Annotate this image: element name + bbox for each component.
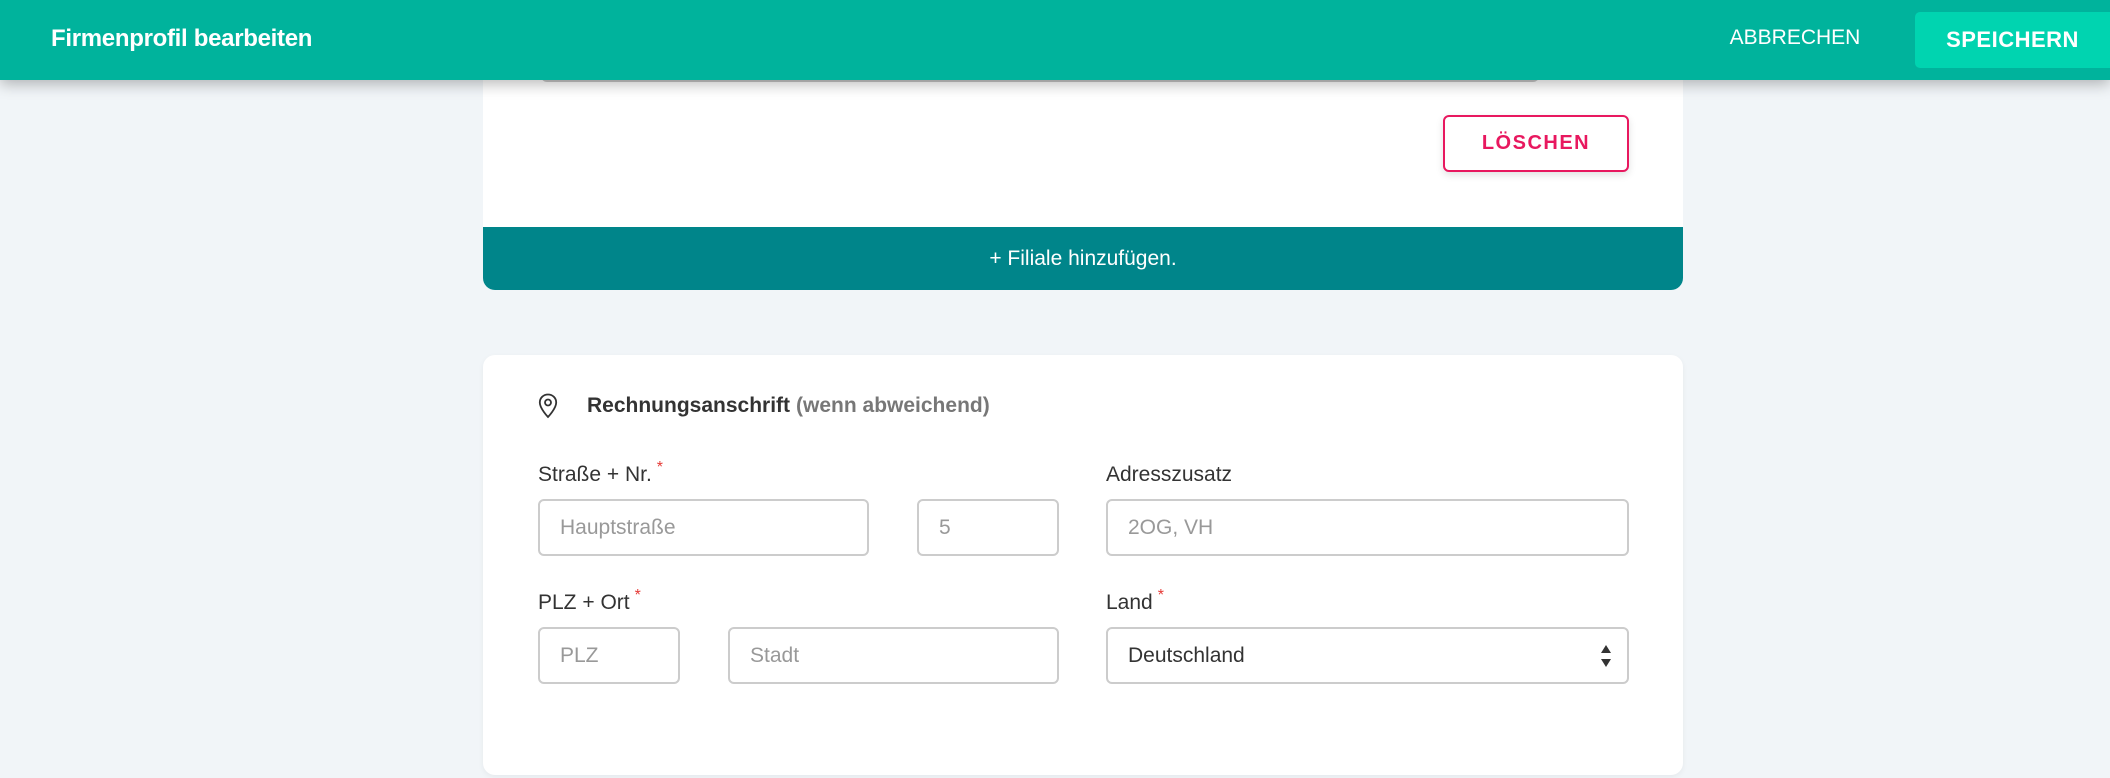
billing-section-subtitle: (wenn abweichend) — [796, 394, 990, 417]
zip-city-label-text: PLZ + Ort — [538, 591, 630, 614]
branch-card: LÖSCHEN + Filiale hinzufügen. — [483, 60, 1683, 290]
add-branch-button[interactable]: + Filiale hinzufügen. — [483, 227, 1683, 290]
page-title: Firmenprofil bearbeiten — [51, 25, 313, 52]
zip-input[interactable] — [538, 627, 680, 684]
house-number-input[interactable] — [917, 499, 1059, 556]
select-arrows-icon — [1599, 642, 1613, 670]
zip-city-label: PLZ + Ort * — [538, 587, 641, 615]
country-label: Land * — [1106, 587, 1164, 615]
billing-section-header: Rechnungsanschrift (wenn abweichend) — [538, 389, 990, 423]
delete-branch-button[interactable]: LÖSCHEN — [1443, 115, 1629, 172]
street-input[interactable] — [538, 499, 869, 556]
required-marker: * — [634, 587, 641, 604]
required-marker: * — [1157, 587, 1164, 604]
country-select-value: Deutschland — [1128, 644, 1245, 667]
street-label-text: Straße + Nr. — [538, 463, 652, 486]
country-select[interactable]: Deutschland — [1106, 627, 1629, 684]
city-input[interactable] — [728, 627, 1059, 684]
street-label: Straße + Nr. * — [538, 459, 663, 487]
address-extra-input[interactable] — [1106, 499, 1629, 556]
address-extra-label: Adresszusatz — [1106, 463, 1233, 486]
location-pin-icon — [538, 393, 558, 419]
save-button[interactable]: SPEICHERN — [1915, 12, 2110, 68]
billing-section-title: Rechnungsanschrift — [587, 394, 791, 417]
top-app-bar: Firmenprofil bearbeiten ABBRECHEN SPEICH… — [0, 0, 2110, 80]
cancel-button[interactable]: ABBRECHEN — [1710, 0, 1880, 76]
billing-address-card: Rechnungsanschrift (wenn abweichend) Str… — [483, 355, 1683, 775]
country-label-text: Land — [1106, 591, 1153, 614]
required-marker: * — [656, 459, 664, 476]
